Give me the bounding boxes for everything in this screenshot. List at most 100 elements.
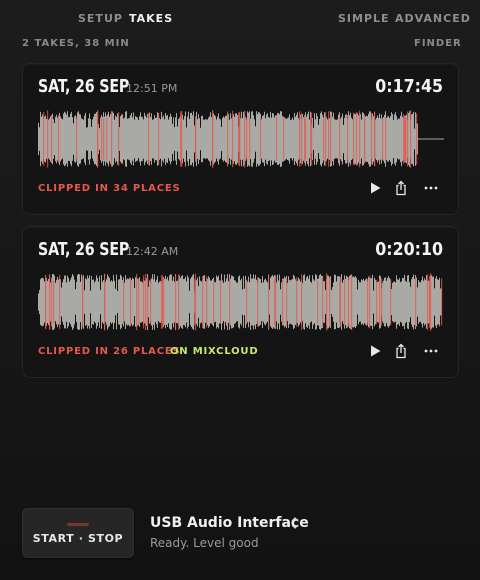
waveform-bar: [364, 280, 365, 324]
waveform-bar: [288, 117, 289, 161]
waveform-bar: [338, 275, 339, 329]
waveform-bar: [365, 279, 366, 325]
waveform-bar: [270, 111, 271, 167]
waveform-bar: [88, 118, 89, 160]
clip-marker: [329, 277, 331, 327]
waveform-bar: [191, 112, 192, 166]
waveform-bar: [219, 118, 220, 160]
waveform-bar: [137, 117, 138, 161]
waveform-bar: [38, 293, 39, 311]
play-icon[interactable]: [366, 179, 384, 197]
waveform-bar: [105, 112, 106, 166]
waveform[interactable]: [38, 108, 444, 170]
waveform-bar: [222, 117, 223, 161]
waveform-bar: [69, 116, 70, 162]
waveform-bar: [252, 111, 253, 167]
waveform-bar: [412, 113, 413, 165]
audio-device-name[interactable]: USB Audio Interface: [150, 515, 309, 531]
waveform-bar: [337, 119, 338, 159]
waveform-bar: [225, 281, 226, 323]
waveform-bar: [294, 112, 295, 166]
play-icon[interactable]: [366, 342, 384, 360]
mode-advanced[interactable]: ADVANCED: [395, 12, 471, 25]
waveform-bar: [153, 279, 154, 325]
waveform-bar: [109, 116, 110, 162]
waveform-bar: [333, 112, 334, 166]
waveform-bar: [108, 111, 109, 167]
waveform-bar: [373, 290, 374, 314]
clip-marker: [429, 281, 431, 323]
waveform-bar: [68, 277, 69, 327]
waveform-bar: [47, 280, 48, 324]
waveform-bar: [219, 280, 220, 324]
clip-marker: [220, 279, 222, 325]
waveform-bar: [156, 279, 157, 325]
waveform-bar: [263, 115, 264, 163]
waveform-bar: [397, 279, 398, 325]
waveform-bar: [318, 124, 319, 154]
waveform-bar: [421, 280, 422, 324]
waveform-bar: [245, 275, 246, 329]
waveform-bar: [425, 279, 426, 325]
waveform-bar: [327, 119, 328, 159]
waveform-bar: [99, 128, 100, 150]
waveform-bar: [309, 275, 310, 329]
finder-link[interactable]: FINDER: [414, 38, 462, 49]
tab-setup[interactable]: SETUP: [78, 12, 123, 25]
waveform-bar: [405, 280, 406, 324]
waveform-bar: [265, 278, 266, 326]
waveform-bar: [187, 275, 188, 329]
waveform-bar: [238, 276, 239, 328]
chevron-updown-icon[interactable]: [290, 516, 300, 530]
clip-marker: [212, 110, 214, 168]
waveform-bar: [49, 118, 50, 160]
start-stop-button[interactable]: START · STOP: [22, 508, 134, 558]
waveform[interactable]: [38, 271, 444, 333]
waveform-bar: [152, 274, 153, 330]
waveform-bar: [55, 282, 56, 322]
mode-simple[interactable]: SIMPLE: [338, 12, 390, 25]
waveform-bar: [279, 114, 280, 164]
waveform-bar: [127, 278, 128, 326]
take-card[interactable]: SAT, 26 SEP 12:42 AM 0:20:10 CLIPPED IN …: [22, 226, 459, 378]
waveform-bar: [250, 274, 251, 330]
waveform-bar: [56, 279, 57, 325]
clip-marker: [163, 278, 165, 326]
waveform-bar: [411, 279, 412, 325]
waveform-bar: [345, 114, 346, 164]
waveform-bar: [387, 116, 388, 162]
waveform-bar: [292, 278, 293, 326]
waveform-bar: [92, 119, 93, 159]
waveform-bar: [216, 275, 217, 329]
take-card[interactable]: SAT, 26 SEP 12:51 PM 0:17:45 CLIPPED IN …: [22, 63, 459, 215]
clip-marker: [282, 279, 284, 325]
waveform-bar: [242, 289, 243, 315]
clip-marker: [123, 280, 125, 324]
tab-takes[interactable]: TAKES: [129, 12, 173, 25]
waveform-bar: [354, 277, 355, 327]
waveform-bar: [374, 277, 375, 327]
waveform-bar: [144, 112, 145, 166]
waveform-bar: [269, 117, 270, 161]
waveform-bar: [186, 127, 187, 151]
more-icon[interactable]: [422, 342, 440, 360]
waveform-bar: [191, 276, 192, 328]
clip-marker: [427, 274, 429, 330]
waveform-bar: [134, 119, 135, 159]
clip-marker: [416, 113, 418, 165]
waveform-bar: [115, 115, 116, 163]
waveform-bar: [106, 279, 107, 325]
waveform-bar: [72, 274, 73, 330]
share-icon[interactable]: [392, 179, 410, 197]
waveform-bar: [366, 278, 367, 326]
waveform-bar: [356, 277, 357, 327]
waveform-bar: [255, 274, 256, 330]
waveform-bar: [257, 114, 258, 164]
waveform-bar: [123, 118, 124, 160]
more-icon[interactable]: [422, 179, 440, 197]
waveform-bar: [200, 280, 201, 324]
waveform-bar: [291, 279, 292, 325]
waveform-bar: [235, 113, 236, 165]
share-icon[interactable]: [392, 342, 410, 360]
waveform-bar: [278, 280, 279, 324]
